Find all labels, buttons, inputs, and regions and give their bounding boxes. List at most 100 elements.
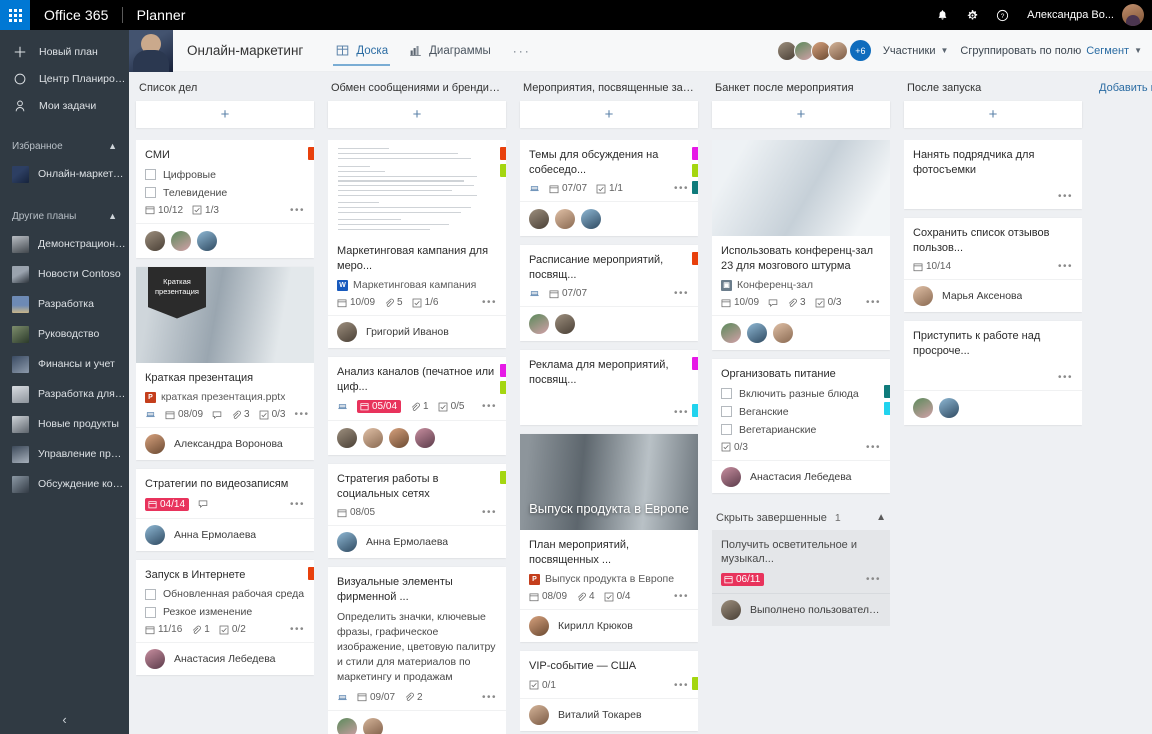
label-chip[interactable]: [692, 164, 698, 177]
task-card[interactable]: Визуальные элементы фирменной ... Опреде…: [328, 567, 506, 734]
label-chip[interactable]: [884, 385, 890, 399]
suite-app-name[interactable]: Planner: [123, 7, 186, 23]
card-more-icon[interactable]: •••: [866, 297, 881, 308]
card-more-icon[interactable]: •••: [290, 499, 305, 510]
member-avatars[interactable]: +6: [776, 40, 871, 61]
card-more-icon[interactable]: •••: [290, 205, 305, 216]
sidebar-plan-7[interactable]: Управление проектами: [0, 439, 129, 469]
app-launcher-button[interactable]: [0, 0, 30, 30]
add-task-button[interactable]: +: [712, 101, 890, 128]
add-task-button[interactable]: +: [520, 101, 698, 128]
checkbox-icon[interactable]: [145, 169, 156, 181]
checkbox-icon[interactable]: [145, 606, 156, 618]
task-card[interactable]: Запуск в Интернете Обновленная рабочая с…: [136, 559, 314, 676]
card-more-icon[interactable]: •••: [674, 183, 689, 194]
label-chip[interactable]: [692, 147, 698, 160]
add-task-button[interactable]: +: [904, 101, 1082, 128]
task-card[interactable]: Сохранить список отзывов пользов... 10/1…: [904, 218, 1082, 313]
nav-my-tasks[interactable]: Мои задачи: [0, 92, 129, 119]
bucket-title[interactable]: Список дел: [136, 82, 314, 101]
card-more-icon[interactable]: •••: [482, 297, 497, 308]
card-more-icon[interactable]: •••: [1058, 261, 1073, 272]
card-more-icon[interactable]: •••: [482, 401, 497, 412]
suite-brand[interactable]: Office 365: [30, 7, 122, 23]
add-task-button[interactable]: +: [328, 101, 506, 128]
card-more-icon[interactable]: •••: [866, 574, 881, 585]
sidebar-plan-3[interactable]: Руководство: [0, 319, 129, 349]
task-card[interactable]: Темы для обсуждения на собеседо... 07/07…: [520, 140, 698, 237]
checklist-item[interactable]: Резкое изменение: [145, 606, 305, 618]
task-card[interactable]: VIP-событие — США 0/1 ••• Виталий Токаре…: [520, 651, 698, 731]
label-chip[interactable]: [692, 181, 698, 194]
collapse-nav-button[interactable]: ‹: [0, 704, 129, 734]
checkbox-icon[interactable]: [721, 424, 732, 436]
checklist-item[interactable]: Телевидение: [145, 187, 305, 199]
task-card[interactable]: Краткая презентация Краткая презентация …: [136, 266, 314, 461]
bell-icon[interactable]: [927, 0, 957, 30]
checklist-item[interactable]: Вегетарианские: [721, 424, 881, 436]
avatar-overflow-count[interactable]: +6: [849, 40, 871, 61]
user-menu[interactable]: Александра Во...: [1017, 0, 1152, 30]
label-chip[interactable]: [692, 677, 698, 691]
bucket-title[interactable]: Обмен сообщениями и брендирование: [328, 82, 506, 101]
label-chip[interactable]: [308, 566, 314, 580]
label-chip[interactable]: [308, 147, 314, 160]
favorites-section-header[interactable]: Избранное ▲: [0, 133, 129, 159]
checkbox-icon[interactable]: [721, 406, 732, 418]
card-more-icon[interactable]: •••: [1058, 372, 1073, 383]
label-chip[interactable]: [884, 402, 890, 416]
sidebar-plan-0[interactable]: Демонстрационная...: [0, 229, 129, 259]
label-chip[interactable]: [692, 404, 698, 418]
more-options-button[interactable]: ···: [501, 30, 543, 72]
add-task-button[interactable]: +: [136, 101, 314, 128]
completed-task-card[interactable]: Получить осветительное и музыкал... 06/1…: [712, 529, 890, 626]
card-attachment[interactable]: W Маркетинговая кампания: [337, 279, 497, 291]
sidebar-plan-online-marketing[interactable]: Онлайн-маркетинг: [0, 159, 129, 189]
sidebar-plan-1[interactable]: Новости Contoso: [0, 259, 129, 289]
gear-icon[interactable]: [957, 0, 987, 30]
bucket-title[interactable]: После запуска: [904, 82, 1082, 101]
card-more-icon[interactable]: •••: [674, 591, 689, 602]
card-more-icon[interactable]: •••: [482, 507, 497, 518]
card-more-icon[interactable]: •••: [674, 680, 689, 691]
label-chip[interactable]: [692, 252, 698, 266]
card-attachment[interactable]: P Выпуск продукта в Европе: [529, 573, 689, 585]
card-more-icon[interactable]: •••: [1058, 191, 1073, 202]
task-card[interactable]: Реклама для мероприятий, посвящ... •••: [520, 350, 698, 426]
task-card[interactable]: Стратегия работы в социальных сетях 08/0…: [328, 464, 506, 559]
task-card[interactable]: Приступить к работе над просроче... •••: [904, 321, 1082, 426]
task-card[interactable]: Расписание мероприятий, посвящ... 07/07 …: [520, 245, 698, 342]
card-more-icon[interactable]: •••: [482, 692, 497, 703]
label-chip[interactable]: [500, 147, 506, 160]
nav-planner-hub[interactable]: Центр Планировщика: [0, 65, 129, 92]
task-card[interactable]: Выпуск продукта в Европе План мероприяти…: [520, 434, 698, 643]
label-chip[interactable]: [500, 471, 506, 485]
bucket-title[interactable]: Мероприятия, посвященные запуску: [520, 82, 698, 101]
other-plans-section-header[interactable]: Другие планы ▲: [0, 203, 129, 229]
sidebar-plan-2[interactable]: Разработка: [0, 289, 129, 319]
card-more-icon[interactable]: •••: [674, 288, 689, 299]
checklist-item[interactable]: Обновленная рабочая среда: [145, 588, 305, 600]
task-card[interactable]: СМИ Цифровые Телевидение 10/12 1/3 •••: [136, 140, 314, 258]
label-chip[interactable]: [500, 164, 506, 177]
help-icon[interactable]: ?: [987, 0, 1017, 30]
task-card[interactable]: Маркетинговая кампания для меро... W Мар…: [328, 140, 506, 349]
groupby-dropdown[interactable]: Сгруппировать по полю Сегмент ▼: [960, 45, 1142, 57]
nav-new-plan[interactable]: Новый план: [0, 38, 129, 65]
sidebar-plan-5[interactable]: Разработка для моб...: [0, 379, 129, 409]
task-card[interactable]: Нанять подрядчика для фотосъемки •••: [904, 140, 1082, 210]
task-card[interactable]: Стратегии по видеозаписям 04/14 ••• Анна…: [136, 469, 314, 551]
hide-completed-toggle[interactable]: Скрыть завершенные 1 ▲: [712, 502, 890, 530]
bucket-title[interactable]: Банкет после мероприятия: [712, 82, 890, 101]
card-more-icon[interactable]: •••: [290, 624, 305, 635]
task-card[interactable]: Анализ каналов (печатное или циф... 05/0…: [328, 357, 506, 456]
card-attachment[interactable]: ▣ Конференц-зал: [721, 279, 881, 291]
card-more-icon[interactable]: •••: [866, 442, 881, 453]
add-bucket-button[interactable]: Добавить новый сегмент: [1096, 82, 1152, 101]
task-card[interactable]: Организовать питание Включить разные блю…: [712, 359, 890, 493]
card-attachment[interactable]: P краткая презентация.pptx: [145, 391, 305, 403]
sidebar-plan-8[interactable]: Обсуждение команды: [0, 469, 129, 499]
label-chip[interactable]: [692, 357, 698, 371]
members-dropdown[interactable]: Участники ▼: [883, 45, 948, 57]
checklist-item[interactable]: Включить разные блюда: [721, 388, 881, 400]
